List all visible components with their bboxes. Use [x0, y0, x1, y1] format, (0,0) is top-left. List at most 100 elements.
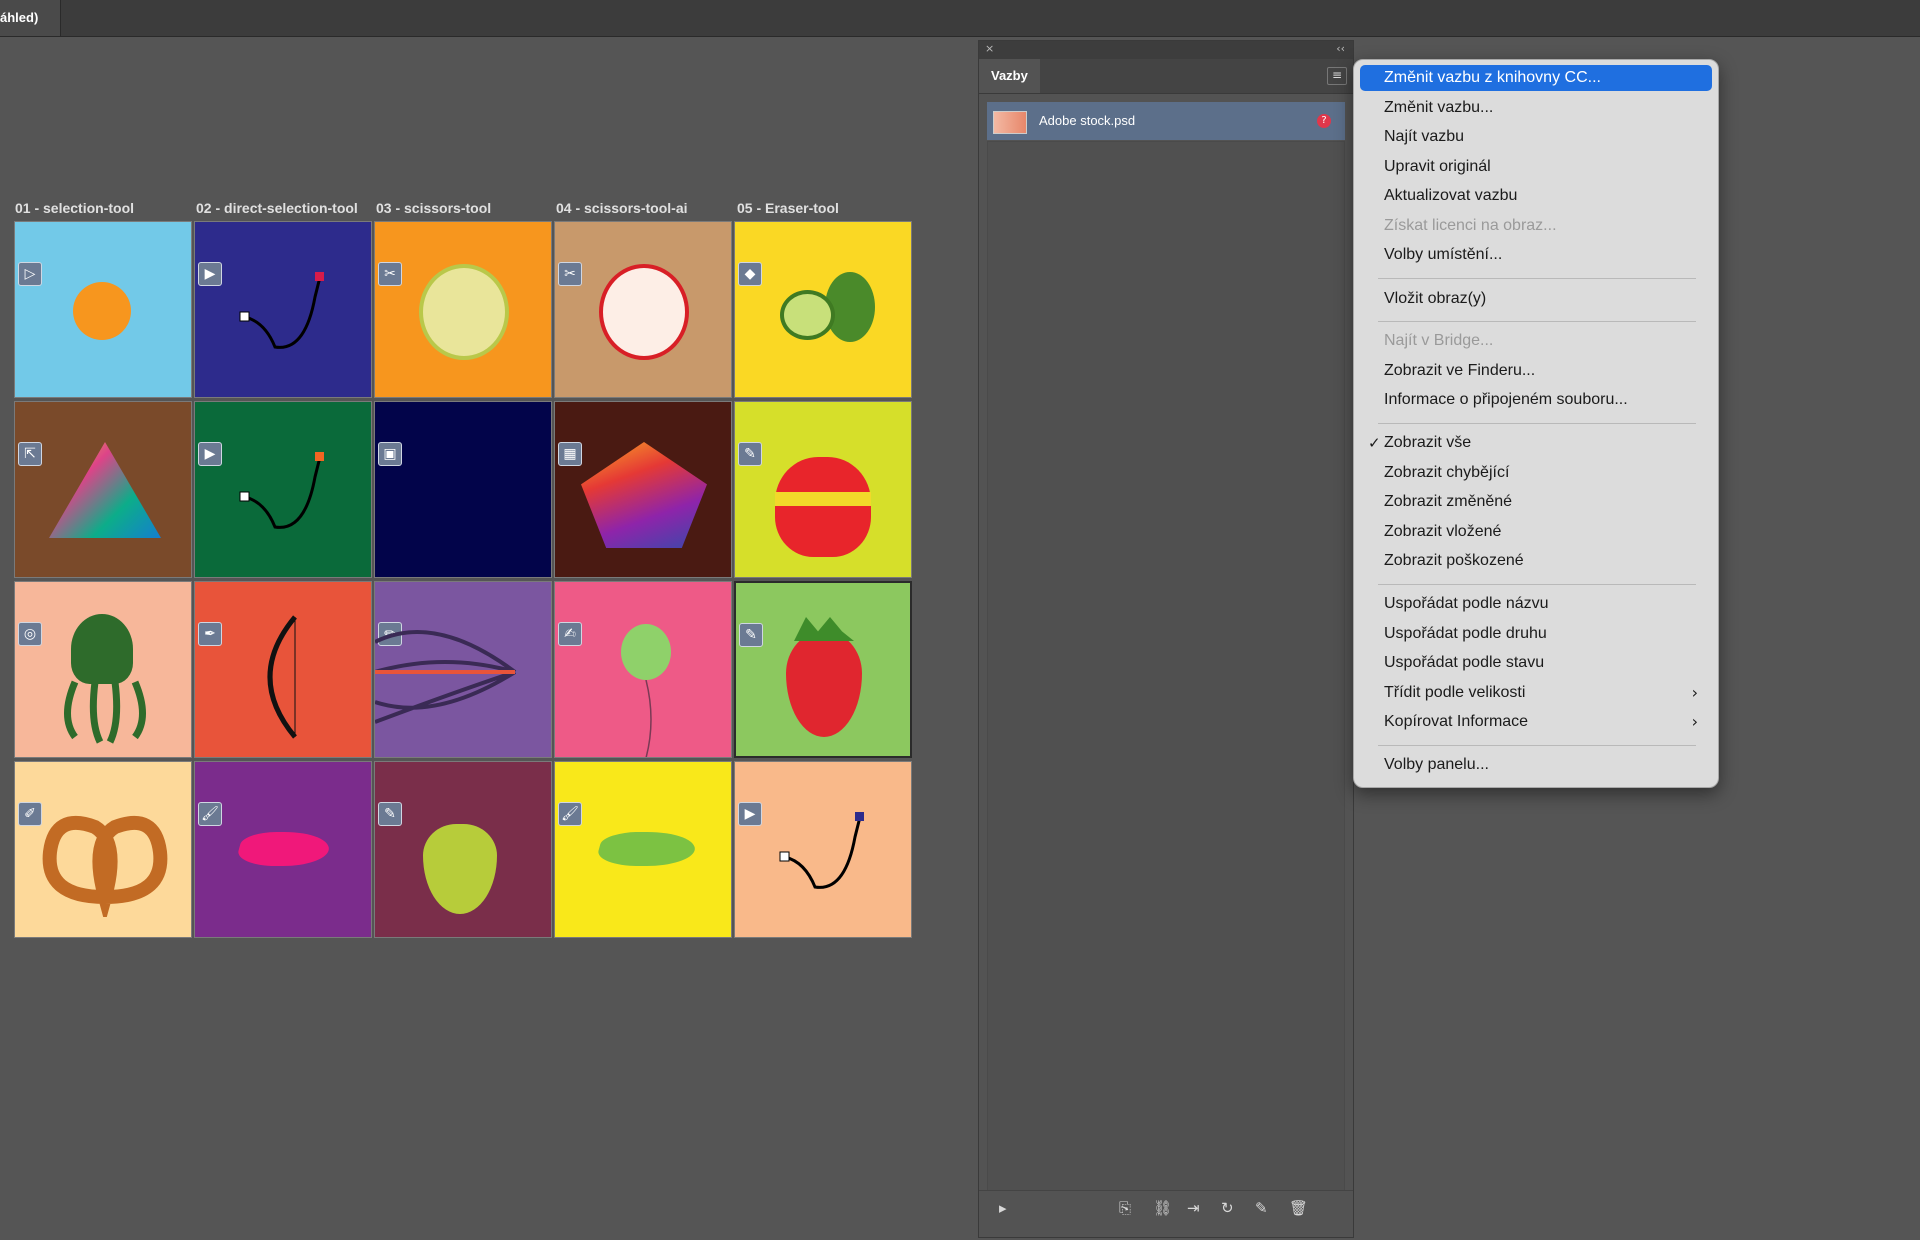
menu-item-sort-by-status[interactable]: Uspořádat podle stavu — [1360, 650, 1712, 676]
menu-item-embed-images[interactable]: Vložit obraz(y) — [1360, 286, 1712, 312]
artboard-tile[interactable]: ⇱ — [14, 401, 192, 578]
menu-item-sort-by-name[interactable]: Uspořádat podle názvu — [1360, 591, 1712, 617]
panel-menu-icon[interactable]: ≡ — [1327, 67, 1347, 85]
selection-tool-icon: ▷ — [18, 262, 42, 286]
column-label-4: 04 - scissors-tool-ai — [556, 200, 688, 216]
orange-circle-illustration — [73, 282, 131, 340]
menu-item-edit-original[interactable]: Upravit originál — [1360, 154, 1712, 180]
artboard-tile[interactable]: ✐ — [14, 761, 192, 938]
wavy-lines-illustration — [375, 630, 517, 724]
menu-item-show-modified[interactable]: Zobrazit změněné — [1360, 489, 1712, 515]
relink-from-cc-icon[interactable]: ⎘ — [1119, 1199, 1131, 1217]
collapse-icon[interactable]: ‹‹ — [1336, 42, 1345, 55]
artboard-tile[interactable]: 🖌 — [194, 761, 372, 938]
hexagon-pyramid-illustration — [49, 442, 161, 538]
menu-item-reveal-in-finder[interactable]: Zobrazit ve Finderu... — [1360, 358, 1712, 384]
links-panel: × ‹‹ Vazby ≡ Adobe stock.psd ? ▸ ⎘ ⛓ ⇥ ↻… — [978, 40, 1354, 1238]
document-tab-bar: áhled) — [0, 0, 1920, 37]
path-curve-illustration — [239, 452, 324, 529]
chevron-right-icon: › — [1691, 712, 1698, 731]
close-icon[interactable]: × — [985, 42, 994, 55]
scissors-icon: ✂ — [378, 262, 402, 286]
gradient-tool-icon: ▣ — [378, 442, 402, 466]
menu-item-show-damaged[interactable]: Zobrazit poškozené — [1360, 548, 1712, 574]
artboard-tile[interactable]: ▷ — [14, 221, 192, 398]
artboard-tile[interactable]: ✎ — [734, 401, 912, 578]
pear-illustration — [423, 824, 497, 914]
artboard-tile[interactable]: 🖌 — [554, 761, 732, 938]
menu-separator — [1378, 584, 1696, 585]
artboard-tile[interactable]: ▶ — [194, 401, 372, 578]
chevron-right-icon: › — [1691, 683, 1698, 702]
strawberry-illustration — [786, 631, 862, 737]
green-brush-stroke — [594, 832, 700, 866]
link-row[interactable]: Adobe stock.psd ? — [987, 102, 1345, 140]
menu-item-relink[interactable]: Změnit vazbu... — [1360, 95, 1712, 121]
menu-separator — [1378, 278, 1696, 279]
balloon-illustration — [621, 624, 671, 680]
apple-stripe — [775, 492, 871, 506]
octopus-tentacles — [64, 680, 146, 744]
show-details-icon[interactable]: ▸ — [999, 1199, 1007, 1217]
menu-item-show-embedded[interactable]: Zobrazit vložené — [1360, 519, 1712, 545]
artboard-tile[interactable]: ▶ — [734, 761, 912, 938]
menu-item-panel-options[interactable]: Volby panelu... — [1360, 752, 1712, 778]
artboard-tile[interactable]: ◎ — [14, 581, 192, 758]
direct-selection-tool-icon: ▶ — [198, 262, 222, 286]
links-context-menu: Změnit vazbu z knihovny CC... Změnit vaz… — [1353, 59, 1719, 788]
menu-item-find-link[interactable]: Najít vazbu — [1360, 124, 1712, 150]
balloon-string — [645, 680, 652, 757]
link-thumbnail — [993, 111, 1027, 134]
artboard-tile[interactable]: ▶ — [194, 221, 372, 398]
menu-item-sort-by-kind[interactable]: Uspořádat podle druhu — [1360, 621, 1712, 647]
path-curve-illustration — [239, 272, 324, 349]
curvature-tool-icon: ✍ — [558, 622, 582, 646]
menu-item-update-link[interactable]: Aktualizovat vazbu — [1360, 183, 1712, 209]
menu-item-link-file-info[interactable]: Informace o připojeném souboru... — [1360, 387, 1712, 413]
menu-item-relink-from-cc[interactable]: Změnit vazbu z knihovny CC... — [1360, 65, 1712, 91]
column-label-5: 05 - Eraser-tool — [737, 200, 839, 216]
menu-item-placement-options[interactable]: Volby umístění... — [1360, 242, 1712, 268]
artboard-tile[interactable]: ▦ — [554, 401, 732, 578]
column-label-3: 03 - scissors-tool — [376, 200, 492, 216]
document-tab[interactable]: áhled) — [0, 0, 61, 36]
artboard-tile-active[interactable]: ✎ — [734, 581, 912, 758]
panel-tab-links[interactable]: Vazby — [979, 59, 1040, 93]
trash-icon[interactable]: 🗑 — [1289, 1199, 1308, 1217]
menu-separator — [1378, 321, 1696, 322]
pink-brush-stroke — [234, 832, 334, 866]
menu-item-copy-info[interactable]: Kopírovat Informace › — [1360, 709, 1712, 735]
eraser-icon: ◆ — [738, 262, 762, 286]
paintbrush-icon: 🖌 — [198, 802, 222, 826]
artboard-tile[interactable]: ◆ — [734, 221, 912, 398]
links-list-area — [987, 141, 1345, 1196]
lasso-tool-icon: ◎ — [18, 622, 42, 646]
artboard-tile[interactable]: ✂ — [374, 221, 552, 398]
direct-selection-tool-icon: ▶ — [738, 802, 762, 826]
menu-item-sort-by-size[interactable]: Třídit podle velikosti › — [1360, 680, 1712, 706]
edit-original-icon[interactable]: ✎ — [1255, 1199, 1268, 1217]
update-link-icon[interactable]: ↻ — [1221, 1199, 1234, 1217]
go-to-link-icon[interactable]: ⇥ — [1187, 1199, 1200, 1217]
checkmark-icon: ✓ — [1368, 434, 1381, 452]
panel-footer: ▸ ⎘ ⛓ ⇥ ↻ ✎ 🗑 — [979, 1190, 1353, 1225]
eyedropper-icon: ✎ — [739, 623, 763, 647]
menu-item-license-image: Získat licenci na obraz... — [1384, 217, 1557, 234]
eyedropper-icon: ✎ — [738, 442, 762, 466]
strawberry-leaves — [794, 617, 854, 641]
link-filename: Adobe stock.psd — [1039, 113, 1136, 128]
artboard-tile[interactable]: ✎ — [374, 761, 552, 938]
path-curve-illustration — [779, 812, 864, 889]
pen-tool-icon: ✒ — [198, 622, 222, 646]
artboard-tile[interactable]: ▣ — [374, 401, 552, 578]
menu-item-show-all[interactable]: ✓ Zobrazit vše — [1360, 430, 1712, 456]
menu-separator — [1378, 745, 1696, 746]
artboard-tile[interactable]: ✒ — [194, 581, 372, 758]
artboard-tile[interactable]: ✂ — [554, 221, 732, 398]
artboard-tile[interactable]: ✏ — [374, 581, 552, 758]
octopus-monster-illustration — [71, 614, 133, 684]
group-selection-icon: ⇱ — [18, 442, 42, 466]
relink-icon[interactable]: ⛓ — [1153, 1199, 1172, 1217]
menu-item-show-missing[interactable]: Zobrazit chybějící — [1360, 460, 1712, 486]
artboard-tile[interactable]: ✍ — [554, 581, 732, 758]
